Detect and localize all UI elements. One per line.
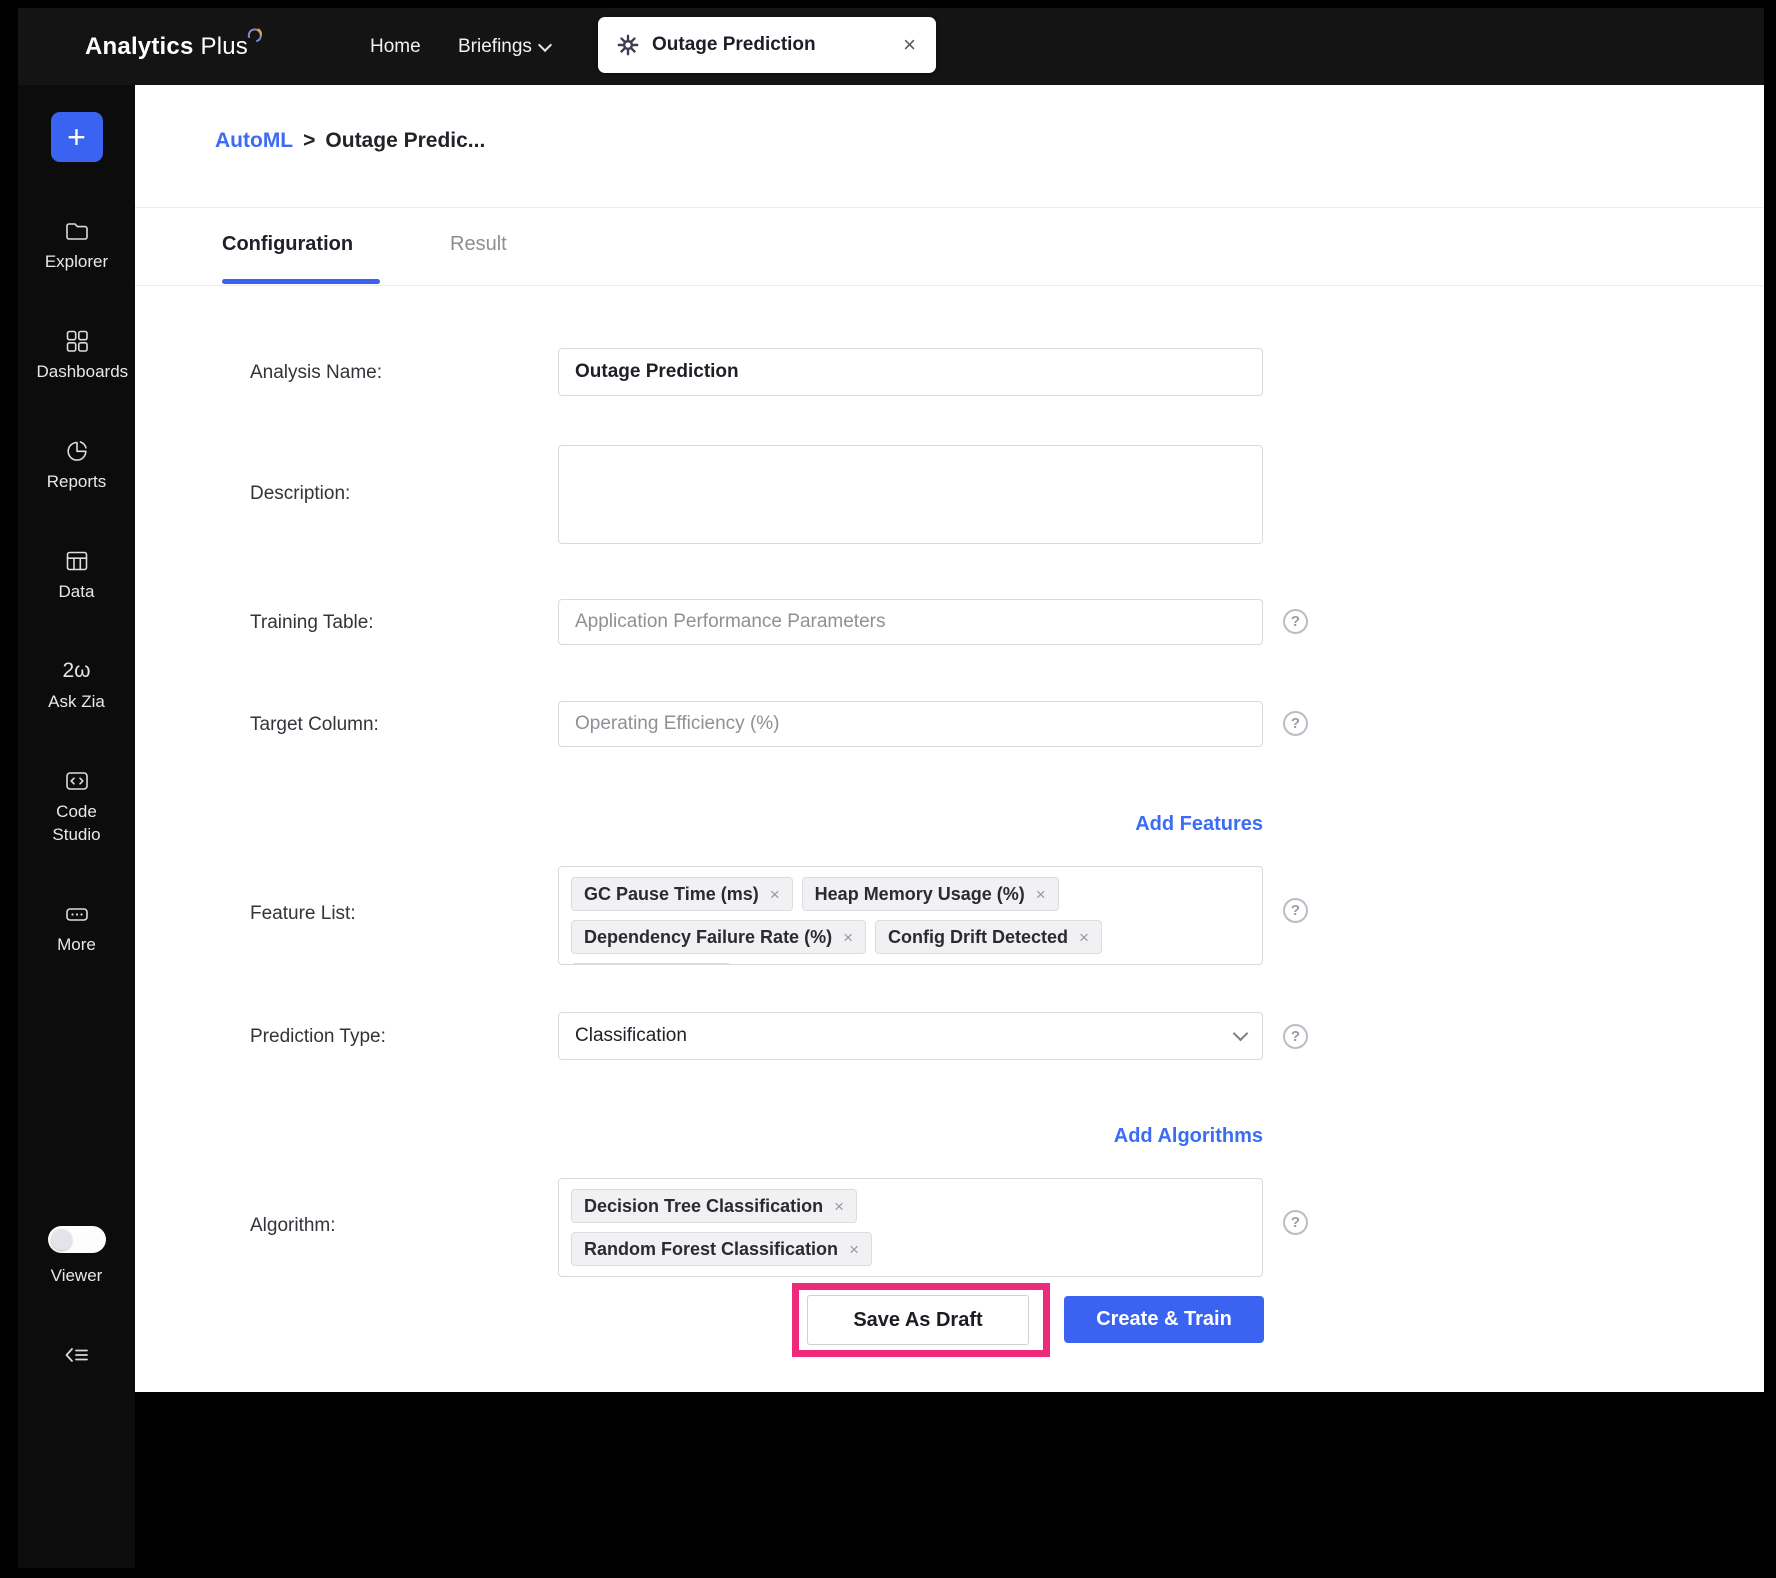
breadcrumb-automl-link[interactable]: AutoML [215, 129, 293, 153]
sidebar-item-ask-zia[interactable]: 2ω Ask Zia [18, 658, 135, 714]
remove-chip-icon[interactable]: × [1079, 929, 1089, 946]
table-icon [66, 551, 87, 571]
training-table-input[interactable] [558, 599, 1263, 645]
viewer-section: Viewer [47, 1226, 106, 1286]
prediction-type-value: Classification [575, 1025, 687, 1046]
description-label: Description: [250, 483, 351, 504]
nav-home-label: Home [370, 35, 421, 57]
breadcrumb: AutoML > Outage Predic... [215, 129, 485, 153]
feature-chip: Heap Memory Usage (%) × [801, 877, 1059, 911]
feature-chip-partial [571, 963, 731, 964]
chevron-down-icon [537, 37, 552, 52]
divider [135, 285, 1764, 286]
prediction-type-label: Prediction Type: [250, 1026, 386, 1047]
sidebar-item-explorer[interactable]: Explorer [18, 218, 135, 274]
target-column-label: Target Column: [250, 714, 379, 735]
algorithm-box[interactable]: Decision Tree Classification × Random Fo… [558, 1178, 1263, 1277]
feature-chip: Dependency Failure Rate (%) × [571, 920, 866, 954]
sidebar-item-label: Code Studio [52, 801, 101, 844]
feature-list-box[interactable]: GC Pause Time (ms) × Heap Memory Usage (… [558, 866, 1263, 965]
toggle-knob-icon [50, 1229, 72, 1250]
code-icon [65, 771, 88, 790]
sidebar-item-data[interactable]: Data [18, 548, 135, 604]
remove-chip-icon[interactable]: × [849, 1241, 859, 1258]
add-button[interactable]: + [50, 112, 103, 162]
sidebar-item-more[interactable]: More [18, 901, 135, 957]
nav-briefings[interactable]: Briefings [458, 8, 552, 85]
add-features-link[interactable]: Add Features [558, 813, 1263, 836]
grid-icon [66, 330, 88, 352]
brand-name-light: Plus [200, 32, 249, 60]
collapse-icon [65, 1348, 88, 1362]
tab-result[interactable]: Result [450, 233, 507, 256]
remove-chip-icon[interactable]: × [1036, 886, 1046, 903]
save-as-draft-button[interactable]: Save As Draft [807, 1295, 1029, 1345]
algorithm-label: Algorithm: [250, 1215, 336, 1236]
folder-icon [65, 223, 88, 240]
collapse-sidebar-button[interactable] [63, 1342, 91, 1373]
breadcrumb-separator: > [303, 129, 316, 152]
nav-home[interactable]: Home [370, 8, 421, 85]
active-tab-underline [222, 279, 380, 284]
main-content: AutoML > Outage Predic... Configuration … [135, 85, 1764, 1392]
sidebar-item-label: Explorer [44, 252, 109, 271]
description-input[interactable] [558, 445, 1263, 544]
ellipsis-icon [65, 907, 88, 921]
chip-label: GC Pause Time (ms) [584, 883, 759, 904]
algorithm-chip: Random Forest Classification × [571, 1232, 872, 1266]
sidebar-item-dashboards[interactable]: Dashboards [18, 328, 135, 384]
analysis-name-input[interactable] [558, 348, 1263, 396]
tab-outage-prediction[interactable]: Outage Prediction × [598, 17, 936, 73]
close-tab-icon[interactable]: × [901, 34, 918, 56]
training-table-label: Training Table: [250, 612, 374, 633]
plus-icon: + [67, 119, 86, 155]
feature-chip: GC Pause Time (ms) × [571, 877, 793, 911]
nav-briefings-label: Briefings [458, 35, 532, 57]
sidebar-item-label: More [57, 934, 96, 954]
app-logo: Analytics Plus [85, 8, 266, 85]
create-and-train-button[interactable]: Create & Train [1064, 1296, 1264, 1343]
chevron-down-icon [1232, 1025, 1249, 1042]
sidebar: + Explorer Dashboards Reports Data 2ω As… [18, 85, 135, 1568]
feature-chip: Config Drift Detected × [875, 920, 1102, 954]
algorithm-chip: Decision Tree Classification × [571, 1189, 858, 1223]
sidebar-item-label: Reports [46, 471, 107, 491]
analysis-name-label: Analysis Name: [250, 362, 382, 383]
chip-label: Heap Memory Usage (%) [814, 883, 1025, 904]
divider [135, 207, 1764, 208]
zia-icon: 2ω [62, 658, 91, 682]
tab-label: Outage Prediction [652, 34, 816, 55]
viewer-label: Viewer [50, 1266, 103, 1285]
brand-name-bold: Analytics [85, 32, 194, 60]
breadcrumb-current: Outage Predic... [325, 129, 486, 152]
chip-label: Config Drift Detected [888, 926, 1068, 947]
sidebar-item-label: Data [58, 581, 95, 601]
pie-chart-icon [66, 441, 87, 461]
help-icon[interactable]: ? [1283, 1210, 1308, 1235]
help-icon[interactable]: ? [1283, 609, 1308, 634]
brand-swoosh-icon [247, 27, 263, 42]
target-column-input[interactable] [558, 701, 1263, 747]
sidebar-item-label: Ask Zia [48, 691, 105, 711]
help-icon[interactable]: ? [1283, 898, 1308, 923]
sidebar-item-label: Dashboards [36, 361, 129, 381]
chip-label: Random Forest Classification [584, 1238, 839, 1259]
remove-chip-icon[interactable]: × [843, 929, 853, 946]
help-icon[interactable]: ? [1283, 711, 1308, 736]
add-algorithms-link[interactable]: Add Algorithms [558, 1125, 1263, 1148]
remove-chip-icon[interactable]: × [770, 886, 780, 903]
sidebar-item-code-studio[interactable]: Code Studio [18, 768, 135, 847]
viewer-toggle[interactable] [47, 1226, 106, 1253]
help-icon[interactable]: ? [1283, 1024, 1308, 1049]
tab-configuration[interactable]: Configuration [222, 233, 353, 256]
prediction-type-select[interactable]: Classification [558, 1012, 1263, 1060]
automl-icon [617, 34, 639, 56]
top-bar: Analytics Plus Home Briefings Outage Pre… [18, 8, 1764, 85]
chip-label: Decision Tree Classification [584, 1195, 824, 1216]
chip-label: Dependency Failure Rate (%) [584, 926, 833, 947]
remove-chip-icon[interactable]: × [834, 1198, 844, 1215]
sidebar-item-reports[interactable]: Reports [18, 438, 135, 494]
feature-list-label: Feature List: [250, 903, 356, 924]
